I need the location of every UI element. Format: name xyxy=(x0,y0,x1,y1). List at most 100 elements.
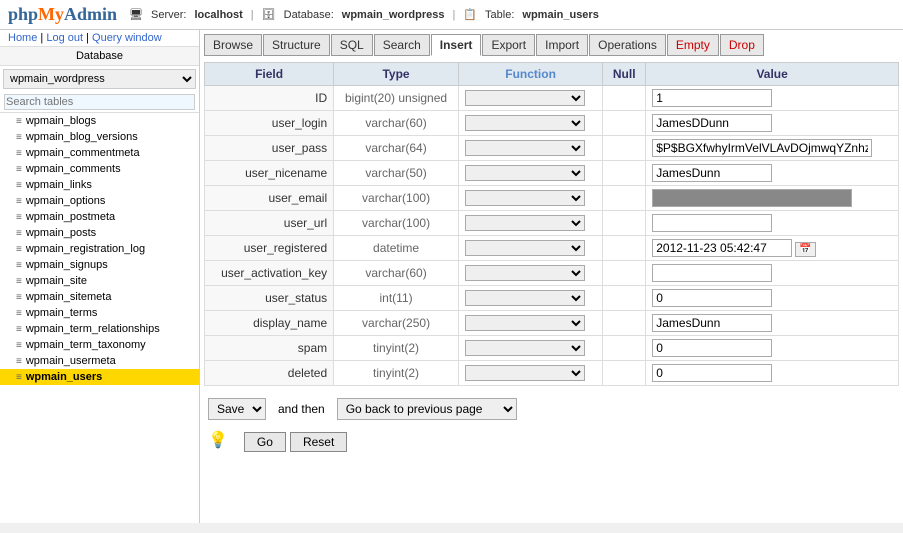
function-select-spam[interactable] xyxy=(465,340,585,356)
table-icon: ≡ xyxy=(16,180,22,191)
function-select-user_status[interactable] xyxy=(465,290,585,306)
table-list-item[interactable]: ≡wpmain_links xyxy=(0,177,199,193)
table-icon: ≡ xyxy=(16,116,22,127)
function-select-user_email[interactable] xyxy=(465,190,585,206)
value-input-user_url[interactable] xyxy=(652,214,772,232)
bottom-row: 💡 Go Reset xyxy=(204,424,899,456)
field-function-cell xyxy=(458,261,602,286)
table-list-item[interactable]: ≡wpmain_posts xyxy=(0,225,199,241)
field-type-cell: bigint(20) unsigned xyxy=(334,86,459,111)
table-list-item[interactable]: ≡wpmain_users xyxy=(0,369,199,385)
field-value-cell xyxy=(646,311,899,336)
value-input-user_login[interactable] xyxy=(652,114,772,132)
logout-link[interactable]: Log out xyxy=(46,32,83,44)
function-select-ID[interactable] xyxy=(465,90,585,106)
home-link[interactable]: Home xyxy=(8,32,37,44)
table-icon: ≡ xyxy=(16,372,22,383)
table-list-item[interactable]: ≡wpmain_usermeta xyxy=(0,353,199,369)
tab-export[interactable]: Export xyxy=(482,34,535,56)
field-function-cell xyxy=(458,336,602,361)
value-input-user_nicename[interactable] xyxy=(652,164,772,182)
tab-search[interactable]: Search xyxy=(374,34,430,56)
field-name-cell: deleted xyxy=(205,361,334,386)
table-list-item[interactable]: ≡wpmain_comments xyxy=(0,161,199,177)
function-select-user_activation_key[interactable] xyxy=(465,265,585,281)
col-header-field: Field xyxy=(205,63,334,86)
database-label: Database: xyxy=(284,9,334,21)
tab-empty[interactable]: Empty xyxy=(667,34,719,56)
value-input-deleted[interactable] xyxy=(652,364,772,382)
database-value: wpmain_wordpress xyxy=(342,9,445,21)
function-select-user_url[interactable] xyxy=(465,215,585,231)
field-value-cell xyxy=(646,286,899,311)
go-button[interactable]: Go xyxy=(244,432,286,452)
tab-sql[interactable]: SQL xyxy=(331,34,373,56)
function-select-user_login[interactable] xyxy=(465,115,585,131)
table-list-item[interactable]: ≡wpmain_commentmeta xyxy=(0,145,199,161)
field-value-cell xyxy=(646,336,899,361)
table-list-item[interactable]: ≡wpmain_blogs xyxy=(0,113,199,129)
field-name-cell: user_registered xyxy=(205,236,334,261)
value-input-spam[interactable] xyxy=(652,339,772,357)
save-dropdown[interactable]: Save xyxy=(208,398,266,420)
tab-drop[interactable]: Drop xyxy=(720,34,764,56)
col-header-type: Type xyxy=(334,63,459,86)
field-function-cell xyxy=(458,136,602,161)
table-list-item[interactable]: ≡wpmain_signups xyxy=(0,257,199,273)
table-list-item[interactable]: ≡wpmain_options xyxy=(0,193,199,209)
field-null-cell xyxy=(603,186,646,211)
reset-button[interactable]: Reset xyxy=(290,432,347,452)
field-function-cell xyxy=(458,311,602,336)
function-select-display_name[interactable] xyxy=(465,315,585,331)
table-name-label: wpmain_signups xyxy=(26,259,108,271)
col-header-value: Value xyxy=(646,63,899,86)
table-list-item[interactable]: ≡wpmain_site xyxy=(0,273,199,289)
field-name-cell: user_nicename xyxy=(205,161,334,186)
field-value-cell xyxy=(646,111,899,136)
value-input-user_status[interactable] xyxy=(652,289,772,307)
field-type-cell: varchar(250) xyxy=(334,311,459,336)
field-null-cell xyxy=(603,136,646,161)
table-icon: ≡ xyxy=(16,356,22,367)
value-input-user_activation_key[interactable] xyxy=(652,264,772,282)
table-list-item[interactable]: ≡wpmain_terms xyxy=(0,305,199,321)
table-row: user_statusint(11) xyxy=(205,286,899,311)
field-null-cell xyxy=(603,211,646,236)
function-select-user_registered[interactable] xyxy=(465,240,585,256)
db-select[interactable]: wpmain_wordpress xyxy=(3,69,196,89)
table-icon: ≡ xyxy=(16,276,22,287)
query-window-link[interactable]: Query window xyxy=(92,32,162,44)
field-null-cell xyxy=(603,111,646,136)
field-type-cell: varchar(100) xyxy=(334,186,459,211)
table-row: deletedtinyint(2) xyxy=(205,361,899,386)
tab-browse[interactable]: Browse xyxy=(204,34,262,56)
table-list-item[interactable]: ≡wpmain_term_relationships xyxy=(0,321,199,337)
tab-structure[interactable]: Structure xyxy=(263,34,330,56)
tab-import[interactable]: Import xyxy=(536,34,588,56)
tab-insert[interactable]: Insert xyxy=(431,34,482,56)
field-name-cell: user_login xyxy=(205,111,334,136)
value-input-user_email[interactable] xyxy=(652,189,852,207)
function-select-user_nicename[interactable] xyxy=(465,165,585,181)
value-input-ID[interactable] xyxy=(652,89,772,107)
value-input-display_name[interactable] xyxy=(652,314,772,332)
value-input-user_registered[interactable] xyxy=(652,239,792,257)
function-select-deleted[interactable] xyxy=(465,365,585,381)
calendar-button-user_registered[interactable]: 📅 xyxy=(795,242,815,257)
table-list-item[interactable]: ≡wpmain_sitemeta xyxy=(0,289,199,305)
table-list-item[interactable]: ≡wpmain_term_taxonomy xyxy=(0,337,199,353)
table-list-item[interactable]: ≡wpmain_registration_log xyxy=(0,241,199,257)
field-name-cell: user_email xyxy=(205,186,334,211)
table-list-item[interactable]: ≡wpmain_blog_versions xyxy=(0,129,199,145)
tab-operations[interactable]: Operations xyxy=(589,34,666,56)
goto-dropdown[interactable]: Go back to previous page xyxy=(337,398,517,420)
table-filter-input[interactable] xyxy=(4,94,195,110)
value-input-user_pass[interactable] xyxy=(652,139,872,157)
header: phpMyAdmin 🖥 Server: localhost | 🗄 Datab… xyxy=(0,0,903,30)
table-icon: ≡ xyxy=(16,196,22,207)
table-icon: ≡ xyxy=(16,340,22,351)
table-list-item[interactable]: ≡wpmain_postmeta xyxy=(0,209,199,225)
field-name-cell: ID xyxy=(205,86,334,111)
goto-select-container: Go back to previous page xyxy=(337,398,517,420)
function-select-user_pass[interactable] xyxy=(465,140,585,156)
